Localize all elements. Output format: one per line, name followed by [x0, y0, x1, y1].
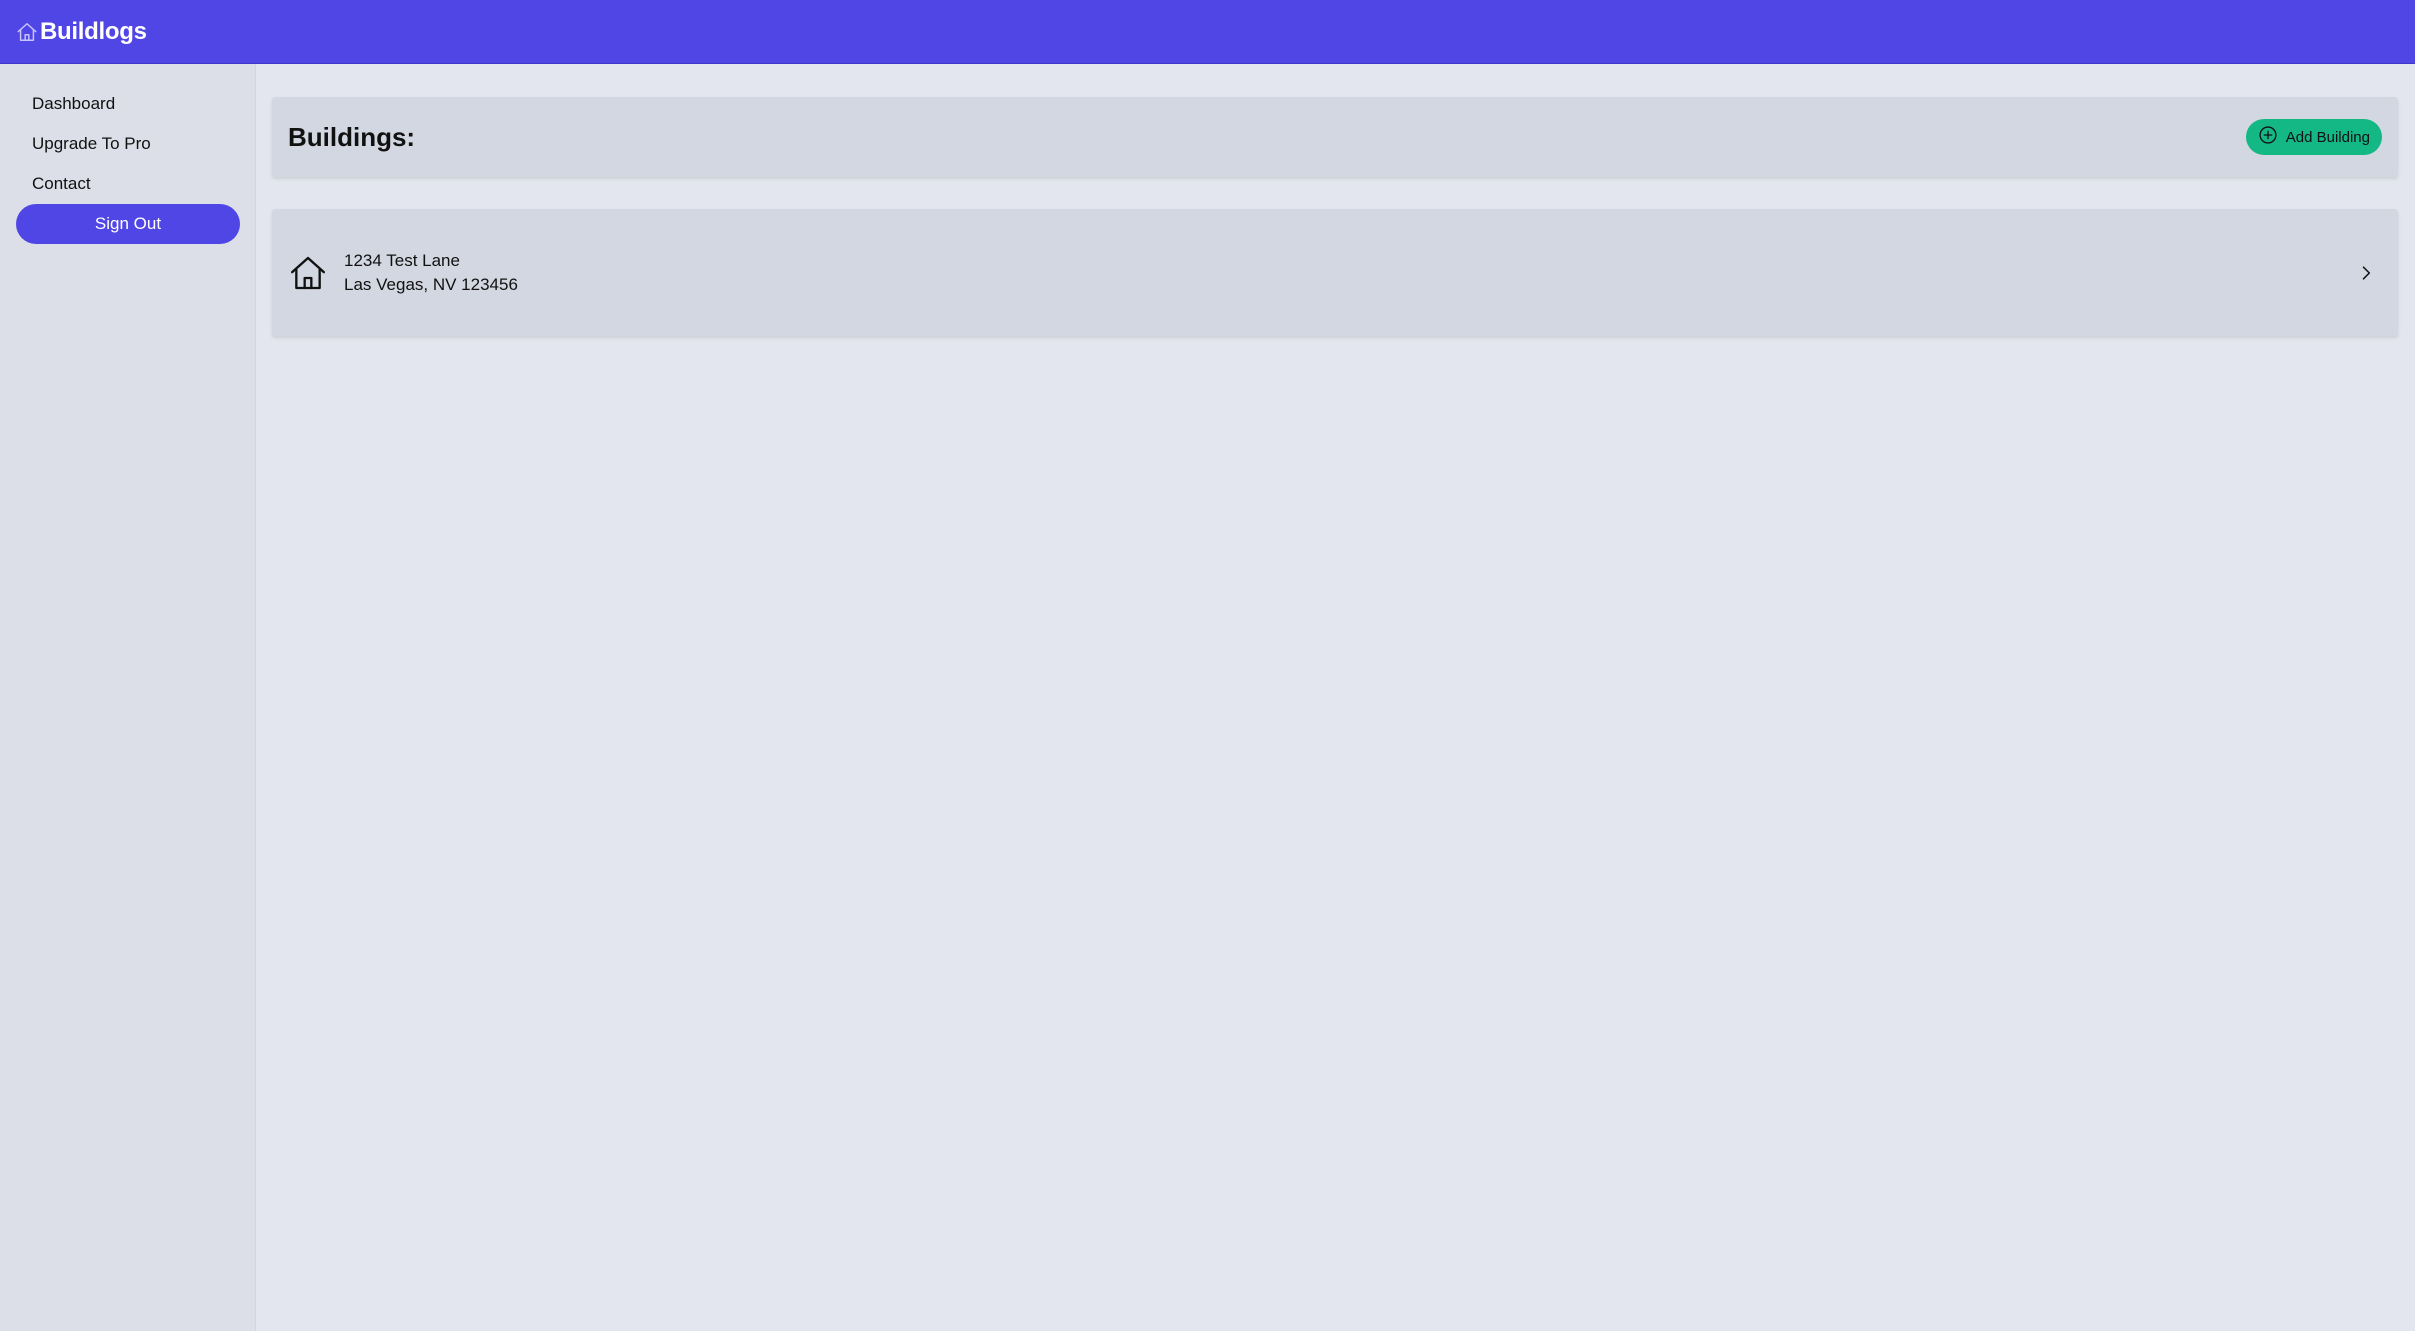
sidebar-item-upgrade-to-pro[interactable]: Upgrade To Pro	[16, 124, 239, 164]
add-building-button[interactable]: Add Building	[2245, 119, 2382, 155]
building-city-line: Las Vegas, NV 123456	[344, 274, 518, 294]
main-content: Buildings: Add Building 1234 Test Lane L…	[272, 97, 2398, 336]
home-icon	[16, 21, 38, 43]
sidebar-item-dashboard[interactable]: Dashboard	[16, 84, 239, 124]
building-list-item[interactable]: 1234 Test Lane Las Vegas, NV 123456	[272, 209, 2398, 336]
add-building-label: Add Building	[2285, 128, 2370, 146]
page-title: Buildings:	[288, 121, 416, 152]
plus-circle-icon	[2258, 125, 2278, 149]
app-name: Buildlogs	[40, 18, 147, 45]
sign-out-button[interactable]: Sign Out	[16, 204, 240, 244]
brand-logo[interactable]: Buildlogs	[16, 0, 147, 64]
top-bar: Buildlogs	[0, 0, 2415, 64]
building-street: 1234 Test Lane	[344, 250, 460, 270]
buildings-header: Buildings: Add Building	[272, 97, 2398, 177]
home-icon	[288, 253, 328, 293]
sidebar: Dashboard Upgrade To Pro Contact Sign Ou…	[0, 64, 256, 1331]
sidebar-item-contact[interactable]: Contact	[16, 164, 239, 204]
building-address: 1234 Test Lane Las Vegas, NV 123456	[344, 249, 2356, 297]
sign-out-wrapper: Sign Out	[16, 204, 240, 244]
chevron-right-icon[interactable]	[2356, 263, 2382, 283]
sidebar-nav: Dashboard Upgrade To Pro Contact Sign Ou…	[0, 64, 255, 244]
